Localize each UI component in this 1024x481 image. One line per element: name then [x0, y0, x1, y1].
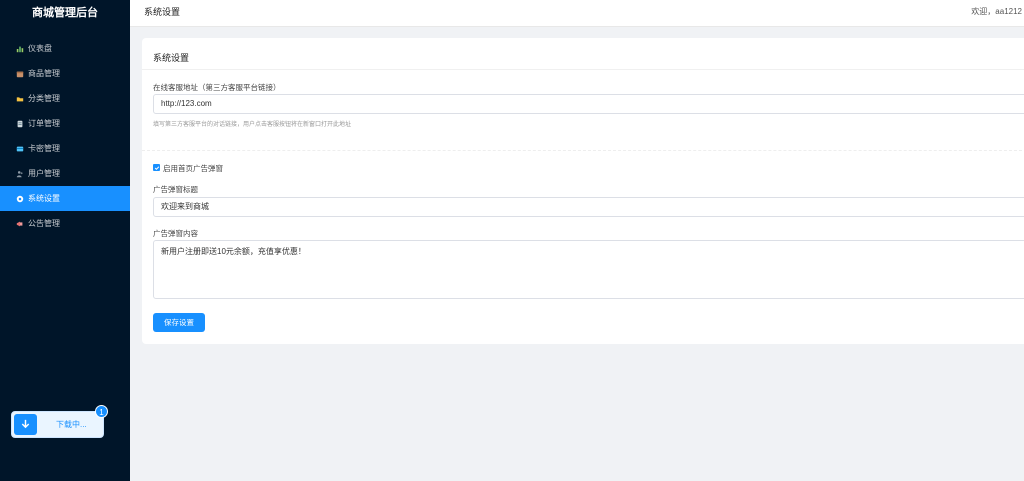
sidebar-item-label: 商品管理 — [28, 69, 60, 78]
sidebar-item-products[interactable]: 商品管理 — [0, 61, 130, 86]
service-url-hint: 填写第三方客服平台的对话链接，用户点击客服按钮将在新窗口打开此地址 — [153, 122, 352, 128]
enable-popup-label[interactable]: 启用首页广告弹窗 — [163, 163, 223, 174]
sidebar-item-label: 系统设置 — [28, 194, 60, 203]
sidebar-item-label: 订单管理 — [28, 119, 60, 128]
sidebar-item-announcements[interactable]: 公告管理 — [0, 211, 130, 236]
save-settings-button[interactable]: 保存设置 — [153, 313, 205, 332]
sidebar: 商城管理后台 仪表盘 商品管理 分类管理 订单管理 卡密管理 用户管理 系统设置… — [0, 0, 130, 481]
clipboard-icon — [16, 120, 24, 128]
folder-icon — [16, 95, 24, 103]
service-url-input[interactable]: http://123.com — [153, 94, 1024, 114]
sidebar-menu: 仪表盘 商品管理 分类管理 订单管理 卡密管理 用户管理 系统设置 公告管理 — [0, 36, 130, 236]
brand-title: 商城管理后台 — [32, 7, 98, 19]
download-arrow-icon — [14, 414, 37, 435]
sidebar-item-categories[interactable]: 分类管理 — [0, 86, 130, 111]
sidebar-item-label: 卡密管理 — [28, 144, 60, 153]
popup-content-label: 广告弹窗内容 — [153, 229, 198, 238]
page-title: 系统设置 — [144, 7, 181, 17]
sidebar-item-label: 仪表盘 — [28, 44, 52, 53]
card-icon — [16, 145, 24, 153]
service-url-label: 在线客服地址（第三方客服平台链接） — [153, 83, 281, 92]
sidebar-item-label: 用户管理 — [28, 169, 60, 178]
card-title: 系统设置 — [153, 53, 190, 63]
sidebar-item-settings[interactable]: 系统设置 — [0, 186, 130, 211]
gear-icon — [16, 195, 24, 203]
popup-title-input[interactable]: 欢迎来到商城 — [153, 197, 1024, 217]
download-status: 下载中... — [56, 420, 87, 429]
megaphone-icon — [16, 220, 24, 228]
download-count-badge: 1 — [95, 405, 108, 418]
enable-popup-checkbox[interactable] — [153, 164, 160, 171]
sidebar-item-users[interactable]: 用户管理 — [0, 161, 130, 186]
box-icon — [16, 70, 24, 78]
sidebar-item-cards[interactable]: 卡密管理 — [0, 136, 130, 161]
card-divider — [142, 69, 1024, 70]
popup-content-textarea[interactable]: 新用户注册即送10元余额，充值享优惠！ — [153, 240, 1024, 299]
download-widget[interactable]: 下载中... 1 — [11, 405, 108, 438]
sidebar-item-label: 公告管理 — [28, 219, 60, 228]
section-divider — [142, 150, 1024, 151]
chart-icon — [16, 45, 24, 53]
sidebar-item-orders[interactable]: 订单管理 — [0, 111, 130, 136]
sidebar-item-label: 分类管理 — [28, 94, 60, 103]
welcome-user[interactable]: 欢迎，aa1212 — [971, 0, 1022, 24]
users-icon — [16, 170, 24, 178]
top-header: 系统设置 欢迎，aa1212 — [130, 0, 1024, 27]
settings-card: 系统设置 在线客服地址（第三方客服平台链接） http://123.com 填写… — [142, 38, 1024, 344]
sidebar-item-dashboard[interactable]: 仪表盘 — [0, 36, 130, 61]
popup-title-label: 广告弹窗标题 — [153, 185, 198, 194]
